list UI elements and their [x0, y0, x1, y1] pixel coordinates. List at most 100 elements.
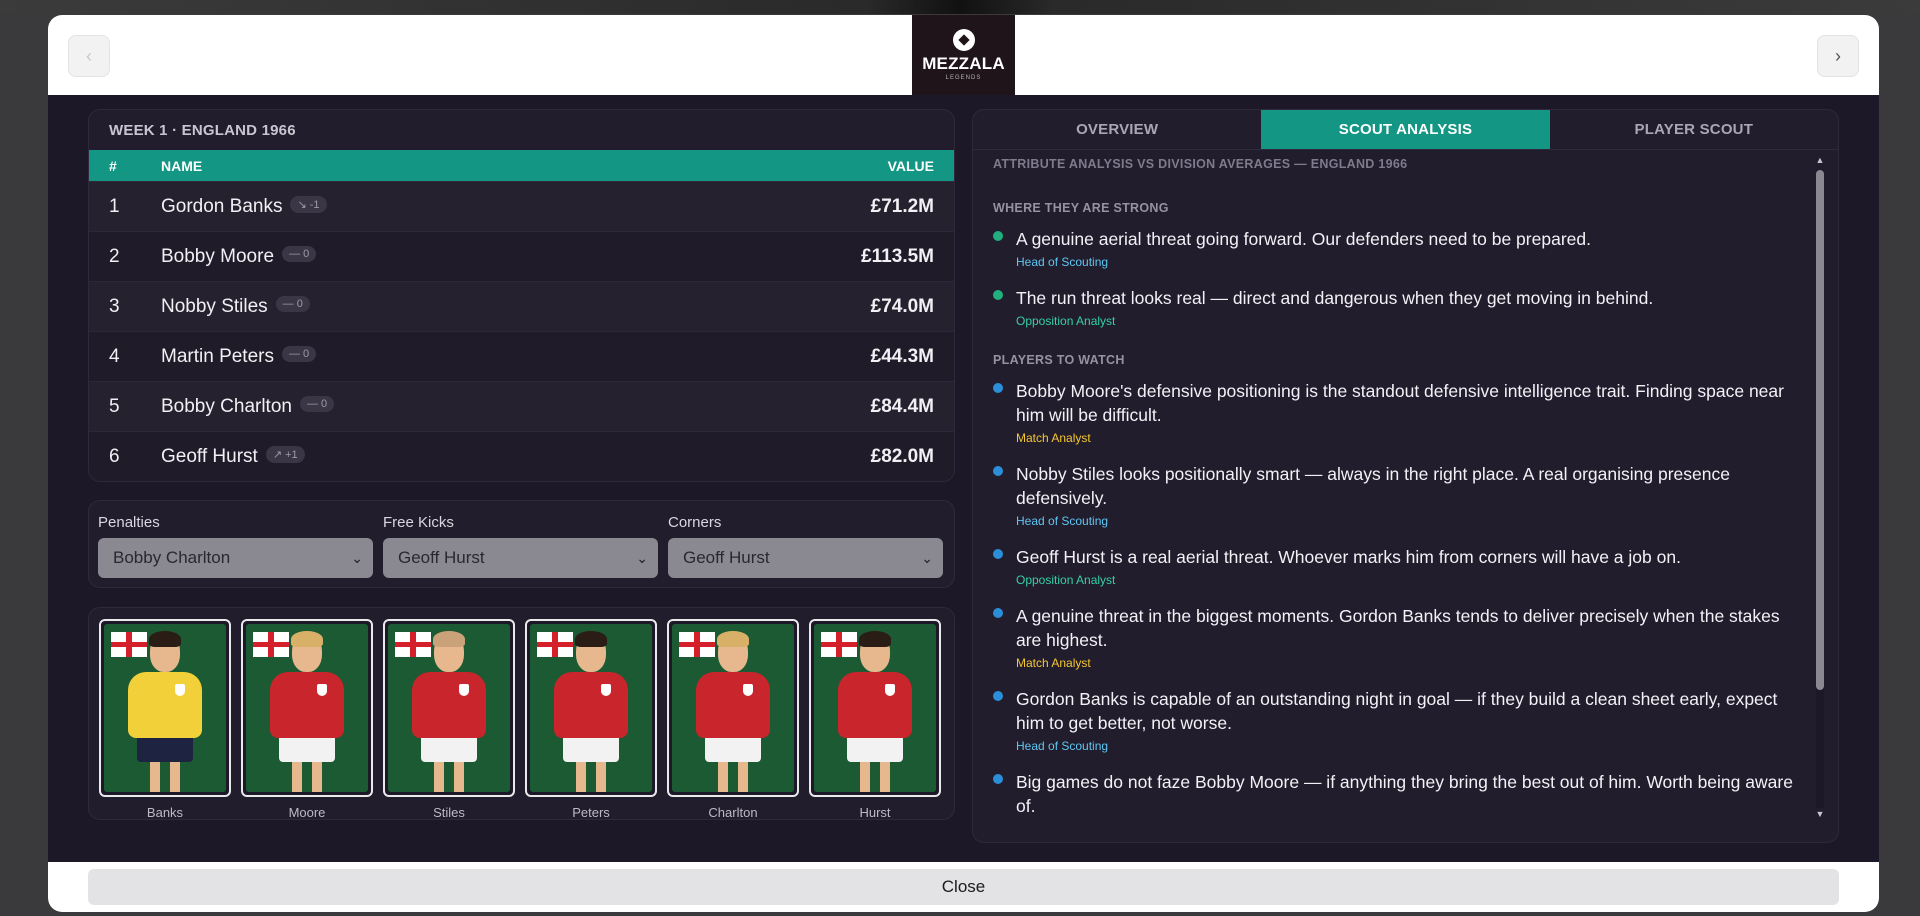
- scroll-up-icon[interactable]: ▲: [1814, 154, 1826, 166]
- player-shorts: [847, 734, 903, 762]
- strong-list: A genuine aerial threat going forward. O…: [993, 227, 1798, 328]
- set-pieces-panel: Penalties Bobby Charlton ⌄ Free Kicks Ge…: [88, 500, 955, 588]
- bullet-dot-icon: [993, 774, 1003, 784]
- player-value: £44.3M: [870, 345, 934, 367]
- player-name: Nobby Stiles: [161, 295, 268, 317]
- chevron-left-icon: ‹: [86, 45, 92, 66]
- player-name-cell: Bobby Moore — 0: [161, 246, 861, 268]
- table-row[interactable]: 6 Geoff Hurst ↗ +1 £82.0M: [89, 431, 954, 481]
- player-card[interactable]: [809, 619, 941, 797]
- movement-badge: ↗ +1: [265, 445, 305, 463]
- player-card-label: Charlton: [708, 805, 758, 820]
- player-name-cell: Nobby Stiles — 0: [161, 296, 871, 318]
- scrollbar[interactable]: ▲ ▼: [1814, 154, 1826, 820]
- player-illustration: [530, 624, 652, 792]
- movement-badge: ↘ -1: [290, 195, 327, 213]
- logo-name: MEZZALA: [922, 54, 1005, 73]
- player-card[interactable]: [383, 619, 515, 797]
- tab-scout-analysis[interactable]: SCOUT ANALYSIS: [1261, 110, 1550, 149]
- bullet-dot-icon: [993, 608, 1003, 618]
- close-button[interactable]: Close: [88, 869, 1839, 905]
- scroll-down-icon[interactable]: ▼: [1814, 808, 1826, 820]
- movement-badge: — 0: [282, 246, 317, 263]
- next-button[interactable]: ›: [1817, 35, 1859, 77]
- player-card[interactable]: [99, 619, 231, 797]
- player-name-cell: Geoff Hurst ↗ +1: [161, 446, 871, 468]
- player-illustration: [246, 624, 368, 792]
- insight-source: Match Analyst: [1016, 431, 1091, 445]
- insight-item: Gordon Banks is capable of an outstandin…: [993, 687, 1798, 753]
- table-row[interactable]: 2 Bobby Moore — 0 £113.5M: [89, 231, 954, 281]
- england-flag-icon: [537, 632, 573, 657]
- table-row[interactable]: 4 Martin Peters — 0 £44.3M: [89, 331, 954, 381]
- penalties-select[interactable]: Bobby Charlton ⌄: [98, 538, 373, 578]
- scroll-thumb[interactable]: [1816, 170, 1824, 690]
- player-shirt: [270, 672, 344, 738]
- england-flag-icon: [821, 632, 857, 657]
- table-row[interactable]: 3 Nobby Stiles — 0 £74.0M: [89, 281, 954, 331]
- bullet-dot-icon: [993, 549, 1003, 559]
- logo: MEZZALA LEGENDS: [912, 15, 1015, 95]
- player-hair: [149, 631, 181, 647]
- scout-heading: ATTRIBUTE ANALYSIS VS DIVISION AVERAGES …: [993, 157, 1408, 171]
- corners-select[interactable]: Geoff Hurst ⌄: [668, 538, 943, 578]
- crest-icon: [743, 684, 753, 696]
- player-card[interactable]: [241, 619, 373, 797]
- movement-badge: — 0: [299, 396, 335, 413]
- row-number: 5: [109, 395, 120, 417]
- scroll-track[interactable]: [1816, 170, 1824, 808]
- insight-text: Nobby Stiles looks positionally smart — …: [1016, 464, 1730, 508]
- insight-item: A genuine aerial threat going forward. O…: [993, 227, 1798, 269]
- player-card[interactable]: [525, 619, 657, 797]
- row-number: 3: [109, 295, 120, 317]
- insight-text: Bobby Moore's defensive positioning is t…: [1016, 381, 1784, 425]
- player-shirt: [838, 672, 912, 738]
- insight-text: Geoff Hurst is a real aerial threat. Who…: [1016, 547, 1681, 567]
- england-flag-icon: [111, 632, 147, 657]
- ranking-rows: 1 Gordon Banks ↘ -1 £71.2M 2 Bobby Moore — 0 £1…: [89, 181, 954, 481]
- insight-text: Gordon Banks is capable of an outstandin…: [1016, 689, 1778, 733]
- previous-button[interactable]: ‹: [68, 35, 110, 77]
- insight-source: Head of Scouting: [1016, 514, 1109, 528]
- ranking-title: WEEK 1 · ENGLAND 1966: [109, 122, 296, 139]
- player-name-cell: Gordon Banks ↘ -1: [161, 196, 871, 218]
- player-card-label: Peters: [572, 805, 610, 820]
- england-flag-icon: [395, 632, 431, 657]
- tab-overview[interactable]: OVERVIEW: [973, 110, 1261, 149]
- player-legs: [568, 760, 614, 792]
- player-hair: [291, 631, 323, 647]
- row-number: 6: [109, 445, 120, 467]
- chevron-down-icon: ⌄: [636, 549, 648, 566]
- insight-item: Bobby Moore's defensive positioning is t…: [993, 379, 1798, 445]
- player-shorts: [705, 734, 761, 762]
- chevron-down-icon: ⌄: [921, 549, 933, 566]
- crest-icon: [601, 684, 611, 696]
- player-value: £82.0M: [870, 445, 934, 467]
- bullet-dot-icon: [993, 691, 1003, 701]
- team-modal: ‹ MEZZALA LEGENDS › WEEK 1 · ENGLAND 196…: [48, 15, 1879, 912]
- scout-content: ATTRIBUTE ANALYSIS VS DIVISION AVERAGES …: [993, 150, 1798, 842]
- free-kicks-group: Free Kicks Geoff Hurst ⌄: [383, 514, 658, 578]
- player-value: £84.4M: [870, 395, 934, 417]
- player-name: Bobby Charlton: [161, 395, 292, 417]
- table-row[interactable]: 1 Gordon Banks ↘ -1 £71.2M: [89, 181, 954, 231]
- watch-section-label: PLAYERS TO WATCH: [993, 353, 1125, 367]
- tab-player-scout[interactable]: PLAYER SCOUT: [1550, 110, 1838, 149]
- player-card-label: Moore: [288, 805, 326, 820]
- table-row[interactable]: 5 Bobby Charlton — 0 £84.4M: [89, 381, 954, 431]
- player-shirt: [696, 672, 770, 738]
- player-name: Bobby Moore: [161, 245, 275, 267]
- player-card-label: Banks: [146, 805, 184, 820]
- player-name: Geoff Hurst: [161, 445, 258, 467]
- chevron-down-icon: ⌄: [351, 549, 363, 566]
- player-hair: [433, 631, 465, 647]
- player-shorts: [137, 734, 193, 762]
- bullet-dot-icon: [993, 383, 1003, 393]
- ranking-header: # NAME VALUE: [89, 150, 954, 181]
- player-illustration: [104, 624, 226, 792]
- modal-footer: Close: [48, 862, 1879, 912]
- free-kicks-select[interactable]: Geoff Hurst ⌄: [383, 538, 658, 578]
- player-card[interactable]: [667, 619, 799, 797]
- england-flag-icon: [253, 632, 289, 657]
- watch-list: Bobby Moore's defensive positioning is t…: [993, 379, 1798, 818]
